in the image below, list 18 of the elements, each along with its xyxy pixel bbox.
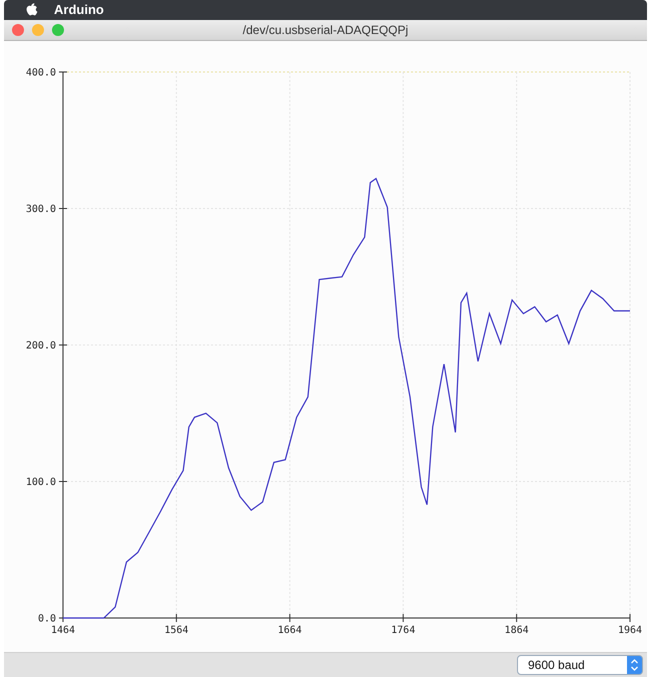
x-tick-label: 1564 — [164, 624, 188, 636]
minimize-button[interactable] — [32, 24, 44, 36]
x-tick-label: 1464 — [50, 624, 76, 636]
y-tick-label: 300.0 — [26, 204, 56, 215]
apple-icon[interactable] — [26, 2, 38, 17]
window-title: /dev/cu.usbserial-ADAQEQQPj — [242, 22, 408, 37]
zoom-button[interactable] — [52, 24, 64, 36]
x-tick-label: 1964 — [618, 624, 642, 636]
x-tick-label: 1864 — [504, 624, 529, 636]
y-tick-label: 100.0 — [26, 476, 56, 488]
app-name[interactable]: Arduino — [54, 2, 104, 18]
y-tick-label: 0.0 — [38, 613, 56, 624]
x-tick-label: 1764 — [391, 624, 416, 636]
baud-rate-select[interactable]: 9600 baud — [517, 654, 643, 675]
x-tick-label: 1664 — [278, 624, 302, 636]
close-button[interactable] — [12, 24, 24, 36]
y-tick-label: 200.0 — [26, 340, 56, 352]
y-tick-label: 400.0 — [26, 67, 56, 78]
